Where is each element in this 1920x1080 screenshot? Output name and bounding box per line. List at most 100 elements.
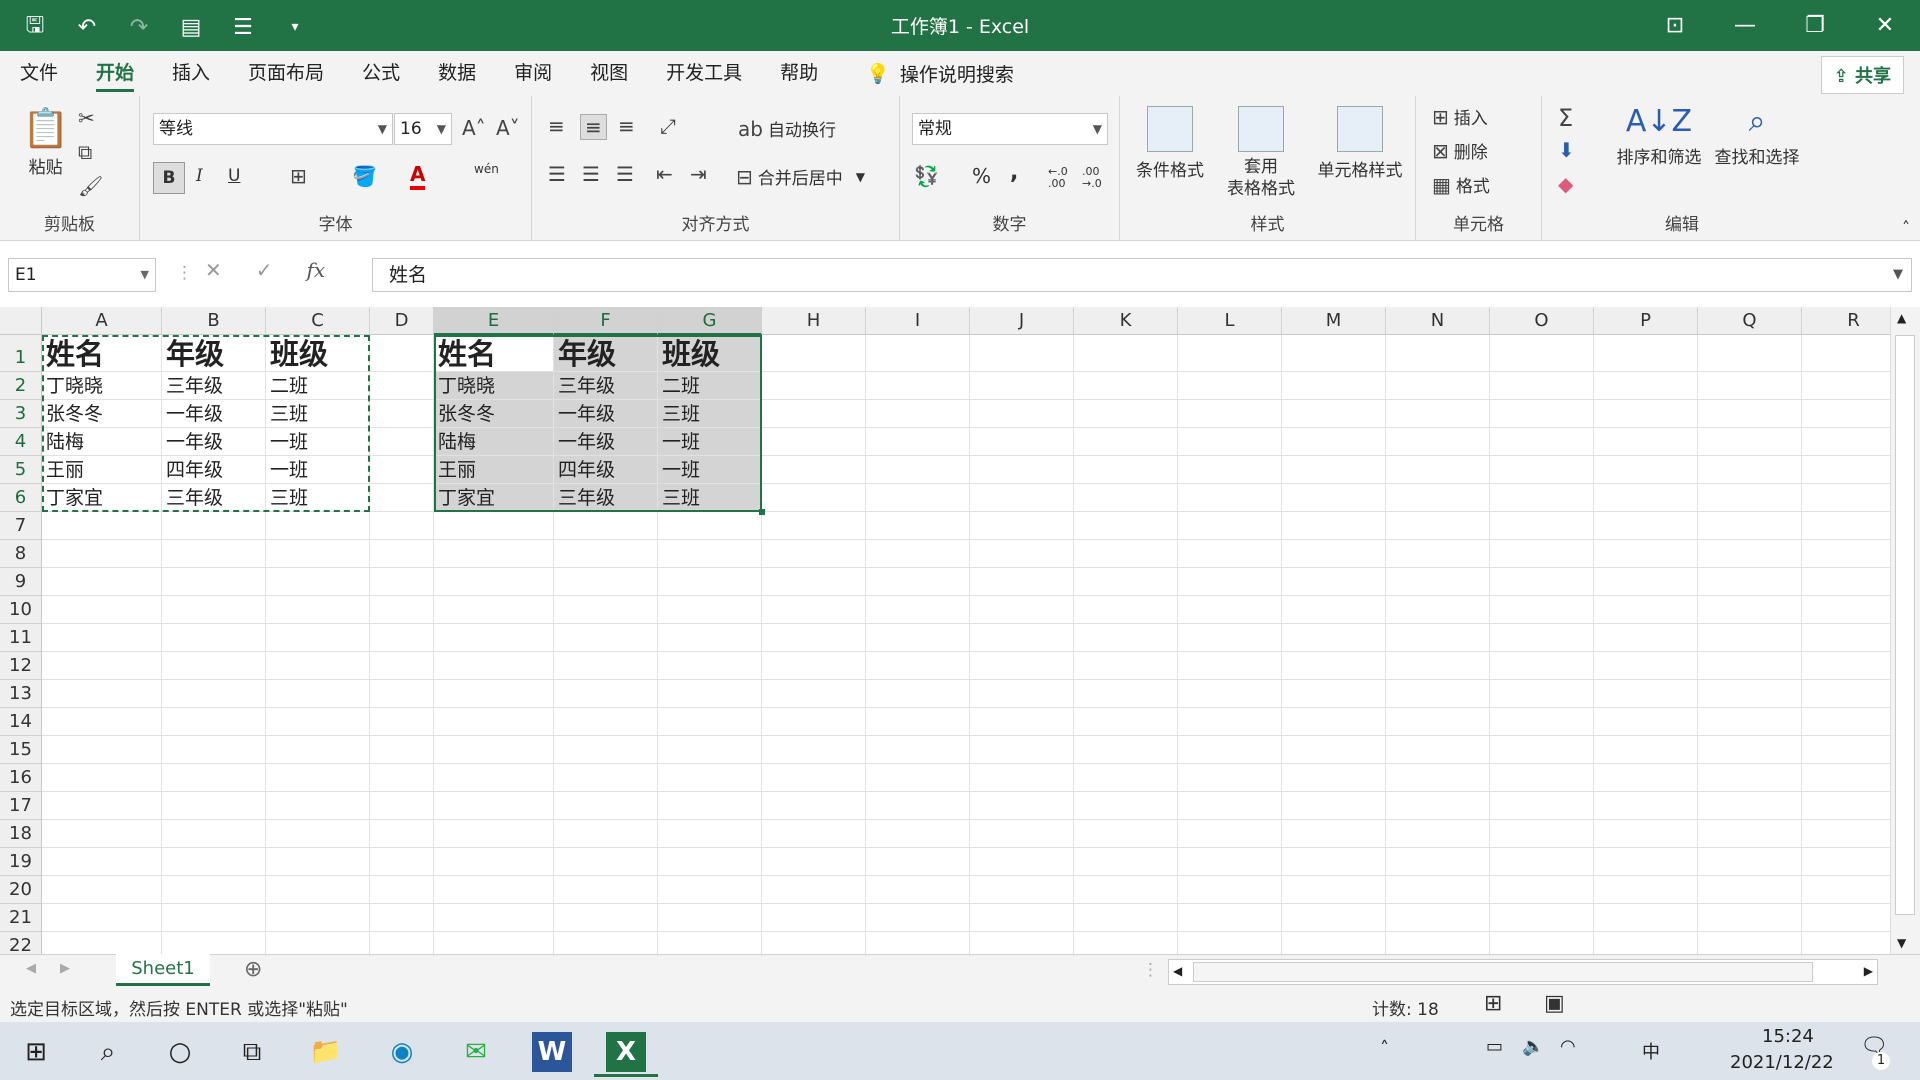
normal-view-icon[interactable]: ⊞ [1484,991,1502,1016]
tab-file[interactable]: 文件 [20,51,58,96]
row-header[interactable]: 14 [0,708,42,736]
column-header[interactable]: C [266,307,370,335]
expand-formula-icon[interactable]: ▼ [1893,259,1903,291]
column-header[interactable]: P [1594,307,1698,335]
column-header[interactable]: B [162,307,266,335]
font-color-icon[interactable]: A [410,162,426,190]
row-header[interactable]: 8 [0,540,42,568]
insert-function-icon[interactable]: fx [307,258,326,282]
formula-input[interactable]: 姓名 ▼ [372,258,1912,292]
row-header[interactable]: 12 [0,652,42,680]
vertical-scroll-thumb[interactable] [1895,335,1915,915]
italic-button[interactable]: I [196,166,203,186]
comma-button[interactable]: , [1010,160,1018,185]
cut-icon[interactable]: ✂ [78,106,95,130]
row-header[interactable]: 18 [0,820,42,848]
increase-font-icon[interactable]: A˄ [462,116,486,140]
sheet-tab-sheet1[interactable]: Sheet1 [116,954,210,986]
row-header[interactable]: 4 [0,428,42,456]
row-header[interactable]: 20 [0,876,42,904]
font-name-combo[interactable]: 等线 ▼ [153,113,393,145]
row-header[interactable]: 5 [0,456,42,484]
format-painter-icon[interactable]: 🖌 [78,174,103,198]
borders-icon[interactable]: ⊞ [290,164,307,188]
column-header[interactable]: Q [1698,307,1802,335]
row-header[interactable]: 13 [0,680,42,708]
row-header[interactable]: 10 [0,596,42,624]
clock-time[interactable]: 15:24 [1762,1026,1814,1047]
tell-me-search[interactable]: 💡 操作说明搜索 [866,60,1014,87]
find-select-button[interactable]: ⌕ 查找和选择 [1710,104,1804,168]
spreadsheet-grid[interactable]: A B C D E F G H I J K L M N O P Q R 1 2 3 4 5 6 7 8 9 10 11 12 13 14 15 1… [0,307,1920,954]
wrap-text-button[interactable]: ab 自动换行 [738,116,836,142]
close-icon[interactable]: ✕ [1850,0,1920,51]
align-top-icon[interactable]: ≡ [548,114,565,138]
column-header[interactable]: A [42,307,162,335]
paste-button[interactable]: 📋 粘贴 [22,106,69,178]
tab-insert[interactable]: 插入 [172,51,210,96]
show-hidden-icons[interactable]: ˄ [1380,1038,1389,1059]
tab-page-layout[interactable]: 页面布局 [248,51,324,96]
splitter-icon[interactable]: ⋮ [1142,960,1159,980]
row-header[interactable]: 16 [0,764,42,792]
underline-button[interactable]: U [228,166,240,186]
align-right-icon[interactable]: ☰ [616,162,634,186]
orientation-icon[interactable]: ⤢ [660,114,676,138]
row-header[interactable]: 9 [0,568,42,596]
format-as-table-button[interactable]: 套用 表格格式 [1216,106,1306,200]
row-header[interactable]: 7 [0,512,42,540]
excel-icon[interactable]: X [606,1032,646,1072]
column-header[interactable]: K [1074,307,1178,335]
collapse-ribbon-icon[interactable]: ˄ [1902,218,1910,237]
minimize-icon[interactable]: — [1710,0,1780,51]
column-header[interactable]: G [658,307,762,335]
decrease-font-icon[interactable]: A˅ [496,116,520,140]
scroll-down-icon[interactable]: ▼ [1897,936,1906,950]
horizontal-scrollbar[interactable]: ◀ ▶ [1168,959,1878,985]
tab-developer[interactable]: 开发工具 [666,51,742,96]
row-header[interactable]: 6 [0,484,42,512]
windows-start-icon[interactable]: ⊞ [16,1032,56,1072]
tab-view[interactable]: 视图 [590,51,628,96]
phonetic-button[interactable]: wén [474,162,499,176]
ribbon-display-icon[interactable]: ⊡ [1640,0,1710,51]
tab-help[interactable]: 帮助 [780,51,818,96]
tab-formulas[interactable]: 公式 [362,51,400,96]
row-header[interactable]: 22 [0,932,42,954]
row-header[interactable]: 2 [0,372,42,400]
word-icon[interactable]: W [532,1032,572,1072]
row-header[interactable]: 19 [0,848,42,876]
cancel-icon[interactable]: ✕ [205,258,222,282]
sort-filter-button[interactable]: A↓Z 排序和筛选 [1612,104,1706,168]
select-all-corner[interactable] [0,307,42,335]
column-header[interactable]: F [554,307,658,335]
number-format-combo[interactable]: 常规 ▼ [912,113,1108,145]
name-box[interactable]: E1 ▼ [8,258,156,292]
copy-icon[interactable]: ⧉ [78,140,92,164]
page-layout-view-icon[interactable]: ▣ [1544,991,1565,1016]
align-bottom-icon[interactable]: ≡ [618,114,635,138]
row-header[interactable]: 17 [0,792,42,820]
tab-review[interactable]: 审阅 [514,51,552,96]
row-header[interactable]: 1 [0,335,42,372]
scroll-left-icon[interactable]: ◀ [1173,964,1182,978]
battery-icon[interactable]: ▭ [1486,1036,1503,1057]
decrease-indent-icon[interactable]: ⇤ [656,162,673,186]
task-view-icon[interactable]: ⧉ [232,1032,272,1072]
scroll-up-icon[interactable]: ▲ [1897,311,1906,325]
increase-decimal-button[interactable]: ←.0 .00 [1048,166,1074,190]
edge-browser-icon[interactable]: ◉ [382,1032,422,1072]
align-middle-icon[interactable]: ≡ [580,114,607,140]
increase-indent-icon[interactable]: ⇥ [690,162,707,186]
column-header[interactable]: D [370,307,434,335]
cell-styles-button[interactable]: 单元格样式 [1310,106,1410,181]
share-button[interactable]: ⇪ 共享 [1820,56,1904,94]
column-header[interactable]: E [434,307,554,335]
fill-color-icon[interactable]: 🪣 [352,164,377,188]
decrease-decimal-button[interactable]: .00 →.0 [1082,166,1108,190]
next-sheet-icon[interactable]: ▶ [60,961,70,976]
row-header[interactable]: 21 [0,904,42,932]
autosum-icon[interactable]: Σ [1558,104,1573,132]
clear-icon[interactable]: ◆ [1558,172,1573,196]
scroll-right-icon[interactable]: ▶ [1864,964,1873,978]
